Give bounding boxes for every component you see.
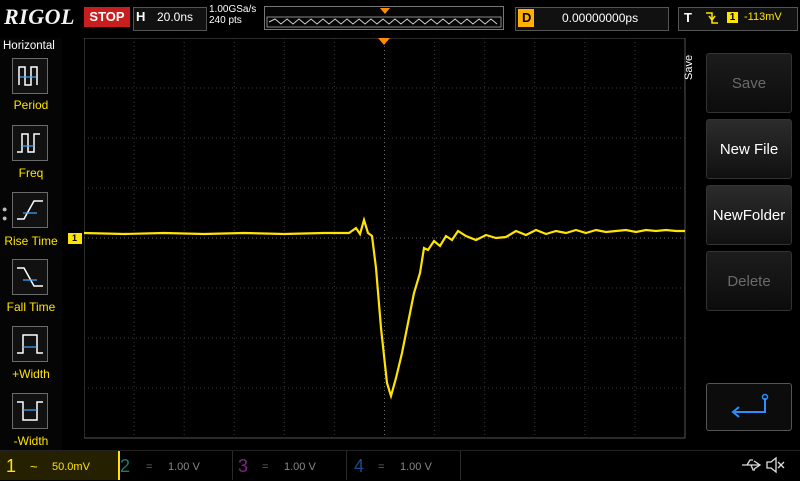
speaker-muted-icon[interactable] [764, 455, 786, 475]
channel1-offset-marker[interactable]: 1 [68, 233, 82, 244]
save-button[interactable]: Save [706, 53, 792, 113]
falling-edge-icon [706, 12, 718, 24]
channel4-scale: 1.00 V [400, 461, 432, 473]
period-icon [18, 66, 38, 86]
negative-width-icon [17, 401, 43, 421]
return-button[interactable] [706, 383, 792, 431]
delete-button[interactable]: Delete [706, 251, 792, 311]
freq-icon [17, 133, 40, 153]
negative-width-button[interactable] [12, 393, 48, 429]
channel3-scale: 1.00 V [284, 461, 316, 473]
rise-time-button[interactable] [12, 192, 48, 228]
new-file-button[interactable]: New File [706, 119, 792, 179]
delay-value: 0.00000000ps [562, 11, 639, 25]
timeline-waveform-preview [266, 8, 502, 28]
trigger-level: -113mV [744, 11, 782, 23]
fall-time-label: Fall Time [6, 300, 56, 314]
rise-time-icon [17, 200, 43, 220]
channel2-scale: 1.00 V [168, 461, 200, 473]
horizontal-menu-title: Horizontal [3, 40, 55, 52]
period-button[interactable] [12, 58, 48, 94]
channel4-number: 4 [354, 456, 365, 476]
period-label: Period [13, 98, 49, 112]
channel1-marker-label: 1 [72, 233, 78, 243]
delay-label: D [522, 10, 532, 25]
positive-width-icon [17, 334, 43, 354]
brand-logo: RIGOL [4, 4, 75, 29]
channel3-coupling: = [262, 461, 269, 473]
acquisition-info: 1.00GSa/s 240 pts [209, 4, 256, 26]
horizontal-label: H [136, 9, 146, 24]
channel3-number: 3 [238, 456, 249, 476]
trigger-channel-badge: 1 [727, 12, 738, 23]
timebase-value: 20.0ns [157, 10, 194, 24]
menu-page-indicator: ● ● [2, 204, 8, 223]
fall-time-icon [17, 267, 43, 287]
fall-time-button[interactable] [12, 259, 48, 295]
channel2-coupling: = [146, 461, 153, 473]
trigger-label: T [684, 10, 692, 25]
new-folder-button[interactable]: NewFolder [706, 185, 792, 245]
memory-timeline[interactable] [264, 6, 504, 30]
sample-rate: 1.00GSa/s [209, 4, 257, 15]
timeline-trigger-marker [380, 8, 390, 14]
memory-depth: 240 pts [209, 15, 242, 26]
freq-label: Freq [18, 166, 44, 180]
channel4-coupling: = [378, 461, 385, 473]
rise-time-label: Rise Time [4, 234, 58, 248]
usb-icon [742, 459, 762, 471]
channel1-scale: 50.0mV [52, 461, 90, 473]
negative-width-label: -Width [13, 434, 49, 448]
channel1-number: 1 [6, 456, 17, 476]
channel2-number: 2 [120, 456, 131, 476]
positive-width-label: +Width [12, 367, 50, 381]
freq-button[interactable] [12, 125, 48, 161]
return-arrow-icon [731, 393, 769, 418]
waveform-display[interactable] [84, 38, 686, 450]
positive-width-button[interactable] [12, 326, 48, 362]
run-stop-button[interactable]: STOP [84, 7, 130, 27]
channel1-coupling: ~ [30, 459, 38, 474]
